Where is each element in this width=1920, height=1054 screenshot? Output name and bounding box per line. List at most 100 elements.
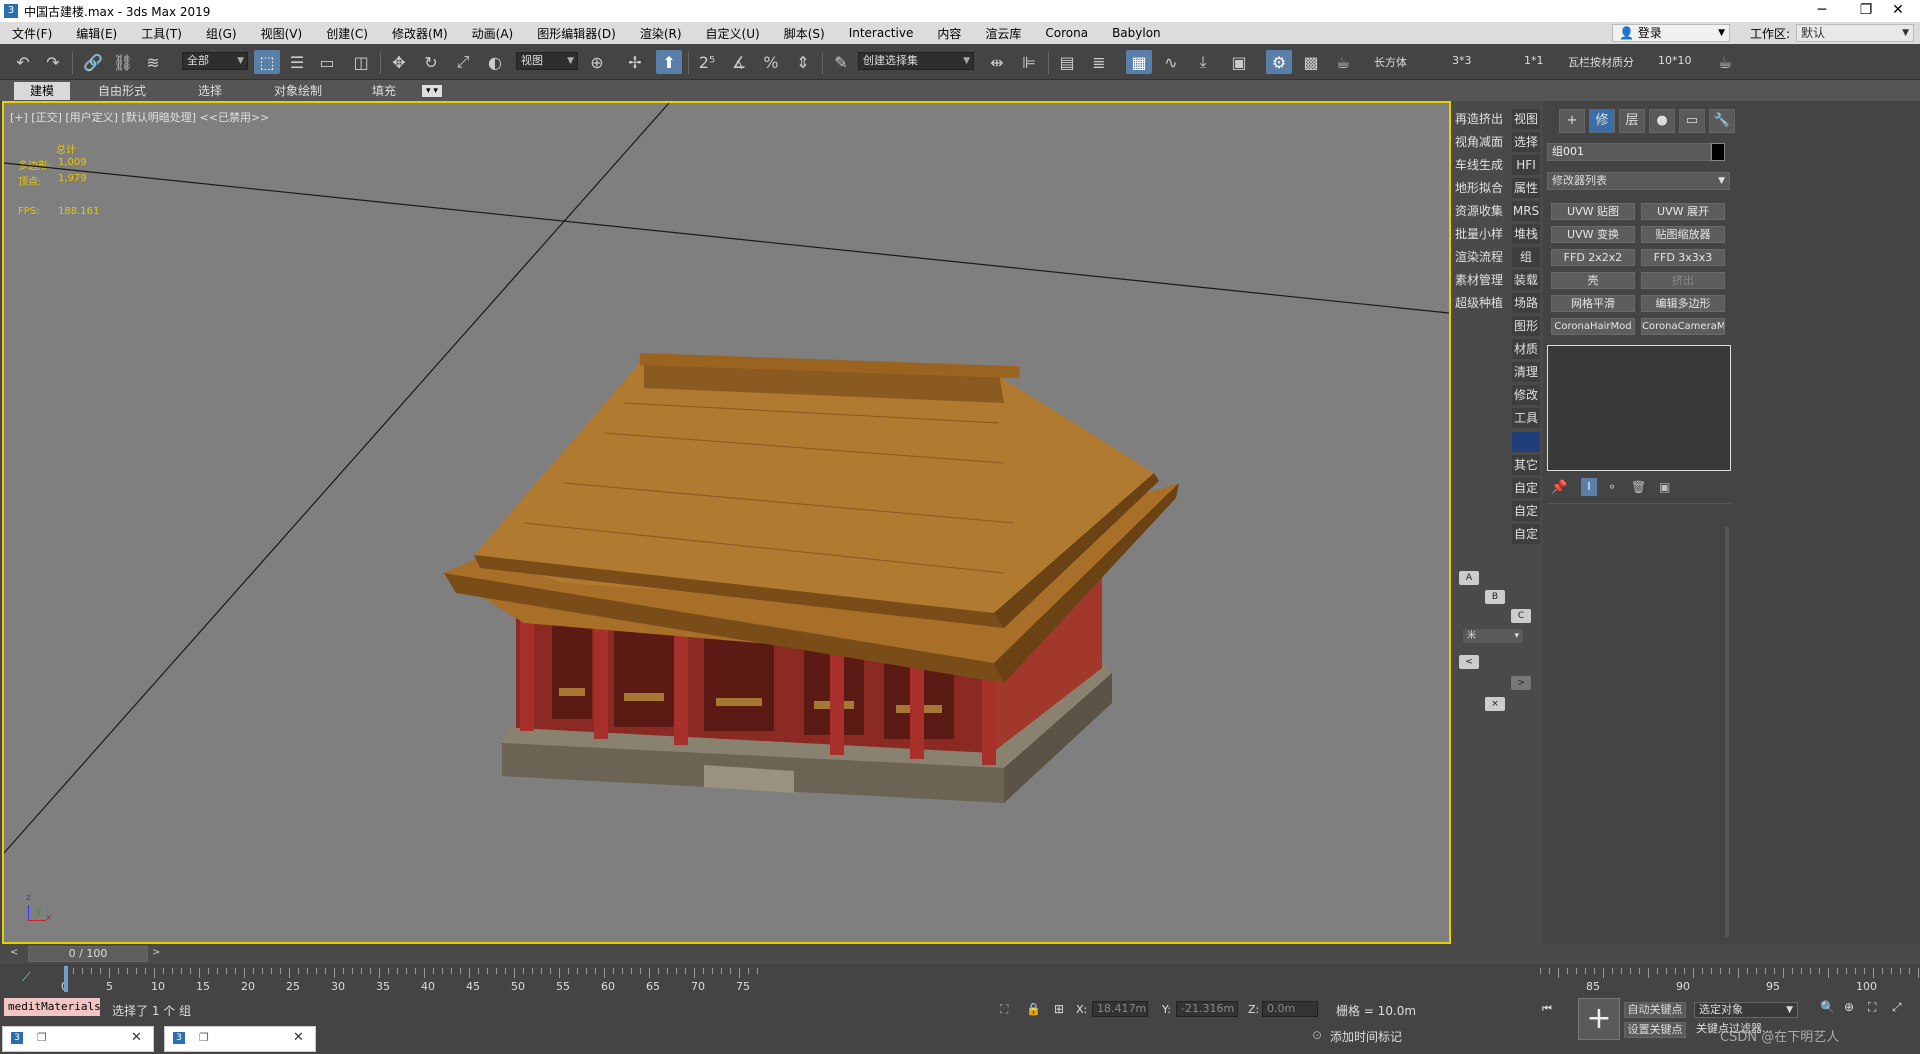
layer-explorer-icon[interactable]: ≣: [1086, 50, 1112, 74]
plugin-group[interactable]: 组: [1512, 247, 1540, 267]
plugin-load[interactable]: 装载: [1512, 270, 1540, 290]
corona-camera-mod-button[interactable]: CoronaCameraMod: [1641, 318, 1725, 335]
absolute-mode-icon[interactable]: ⊞: [1054, 1002, 1064, 1016]
plugin-extrude[interactable]: 再造挤出: [1455, 109, 1507, 129]
plugin-stack[interactable]: 堆栈: [1512, 224, 1540, 244]
menu-customize[interactable]: 自定义(U): [694, 25, 772, 42]
tab-modeling[interactable]: 建模: [14, 82, 70, 100]
selection-filter-select[interactable]: 全部 ▼: [182, 52, 248, 70]
plugin-batch-sample[interactable]: 批量小样: [1455, 224, 1507, 244]
plugin-materials[interactable]: 材质: [1512, 339, 1540, 359]
plugin-cleanup[interactable]: 清理: [1512, 362, 1540, 382]
ffd-3x3x3-button[interactable]: FFD 3x3x3: [1641, 249, 1725, 266]
unlink-icon[interactable]: ⛓: [110, 50, 136, 74]
selection-lock-icon[interactable]: ⛶: [1000, 1002, 1008, 1017]
close-icon[interactable]: ✕: [293, 1030, 304, 1045]
curve-editor-mini-icon[interactable]: ⟋: [22, 970, 30, 985]
set-key-icon[interactable]: +: [1578, 998, 1620, 1040]
scale-icon[interactable]: ⤢: [450, 50, 476, 74]
tab-selection[interactable]: 选择: [188, 82, 232, 100]
uvw-map-button[interactable]: UVW 贴图: [1551, 203, 1635, 220]
add-time-tag[interactable]: 添加时间标记: [1330, 1028, 1402, 1045]
small-button-prev[interactable]: <: [1459, 655, 1479, 669]
unit-select[interactable]: 米 ▾: [1463, 629, 1523, 643]
keyboard-shortcut-override-icon[interactable]: ⬆: [656, 50, 682, 74]
plugin-asset-collect[interactable]: 资源收集: [1455, 201, 1507, 221]
plugin-terrain-fit[interactable]: 地形拟合: [1455, 178, 1507, 198]
plugin-hfi[interactable]: HFI: [1512, 155, 1540, 175]
shortcut-box[interactable]: 长方体: [1374, 54, 1407, 70]
plugin-reduce[interactable]: 视角减面: [1455, 132, 1507, 152]
lock-icon[interactable]: 🔒: [1026, 1002, 1041, 1016]
menu-create[interactable]: 创建(C): [314, 25, 380, 42]
slider-next-icon[interactable]: >: [152, 947, 160, 958]
plugin-view[interactable]: 视图: [1512, 109, 1540, 129]
shortcut-3x3[interactable]: 3*3: [1452, 54, 1472, 67]
menu-edit[interactable]: 编辑(E): [64, 25, 129, 42]
create-tab-icon[interactable]: +: [1559, 109, 1585, 133]
tab-object-paint[interactable]: 对象绘制: [264, 82, 332, 100]
shortcut-material-split[interactable]: 瓦栏按材质分: [1568, 54, 1634, 70]
remove-modifier-icon[interactable]: 🗑: [1631, 480, 1646, 494]
plugin-asset-manager[interactable]: 素材管理: [1455, 270, 1507, 290]
plugin-other[interactable]: 其它: [1512, 455, 1540, 475]
maxscript-listener[interactable]: meditMaterials: [4, 998, 101, 1016]
track-bar[interactable]: ⟋ 051015202530354045505560657075 8590951…: [0, 964, 1920, 994]
percent-snap-icon[interactable]: %: [758, 50, 784, 74]
go-to-start-icon[interactable]: ⏮: [1542, 1002, 1552, 1016]
small-button-b[interactable]: B: [1485, 590, 1505, 604]
redo-icon[interactable]: ↷: [40, 50, 66, 74]
make-unique-icon[interactable]: ⚬: [1607, 480, 1617, 494]
menu-renderbus[interactable]: 渲云库: [973, 25, 1033, 42]
z-coordinate-field[interactable]: 0.0m: [1262, 1001, 1318, 1017]
plugin-properties[interactable]: 属性: [1512, 178, 1540, 198]
pin-stack-icon[interactable]: 📌: [1551, 480, 1567, 495]
auto-key-button[interactable]: 自动关键点: [1624, 1002, 1686, 1018]
menu-group[interactable]: 组(G): [194, 25, 249, 42]
plugin-scene-path[interactable]: 场路: [1512, 293, 1540, 313]
select-by-name-icon[interactable]: ☰: [284, 50, 310, 74]
window-crossing-icon[interactable]: ◫: [348, 50, 374, 74]
close-window-button[interactable]: ✕: [1876, 0, 1920, 22]
menu-graph-editors[interactable]: 图形编辑器(D): [525, 25, 628, 42]
perspective-viewport[interactable]: [+] [正交] [用户定义] [默认明暗处理] <<已禁用>> 总计 多边形:…: [2, 101, 1451, 944]
plugin-custom-1[interactable]: 自定: [1512, 478, 1540, 498]
plugin-tools[interactable]: 工具: [1512, 408, 1540, 428]
scene-explorer-icon[interactable]: ▤: [1054, 50, 1080, 74]
x-coordinate-field[interactable]: 18.417m: [1092, 1001, 1148, 1017]
spinner-snap-icon[interactable]: ⇕: [790, 50, 816, 74]
object-name-field[interactable]: 组001: [1547, 143, 1711, 161]
shortcut-10x10[interactable]: 10*10: [1658, 54, 1692, 67]
plugin-modify[interactable]: 修改: [1512, 385, 1540, 405]
taskbar-window-2[interactable]: 3 ❐ ✕: [164, 1026, 316, 1052]
select-object-icon[interactable]: ⬚: [254, 50, 280, 74]
display-tab-icon[interactable]: ▭: [1679, 109, 1705, 133]
named-selection-set-select[interactable]: 创建选择集 ▼: [858, 52, 974, 70]
angle-snap-icon[interactable]: ∡: [726, 50, 752, 74]
time-slider[interactable]: 0 / 100: [28, 946, 148, 962]
rectangular-selection-icon[interactable]: ▭: [314, 50, 340, 74]
zoom-icon[interactable]: 🔍: [1820, 1000, 1835, 1014]
plugin-select[interactable]: 选择: [1512, 132, 1540, 152]
rendered-frame-window-icon[interactable]: ▩: [1298, 50, 1324, 74]
zoom-extents-icon[interactable]: ⛶: [1868, 1000, 1876, 1015]
set-key-button[interactable]: 设置关键点: [1624, 1022, 1686, 1038]
login-dropdown[interactable]: 👤 登录 ▼: [1612, 24, 1730, 42]
show-end-result-icon[interactable]: I: [1581, 478, 1597, 496]
extrude-button[interactable]: 挤出: [1641, 272, 1725, 289]
maximize-viewport-icon[interactable]: ⤢: [1892, 1000, 1902, 1015]
zoom-all-icon[interactable]: ⊕: [1844, 1000, 1854, 1014]
utilities-tab-icon[interactable]: 🔧: [1709, 109, 1735, 133]
meshsmooth-button[interactable]: 网格平滑: [1551, 295, 1635, 312]
menu-tools[interactable]: 工具(T): [129, 25, 194, 42]
key-filter-select[interactable]: 选定对象 ▼: [1694, 1002, 1798, 1018]
menu-modifiers[interactable]: 修改器(M): [380, 25, 460, 42]
bind-space-warp-icon[interactable]: ≋: [140, 50, 166, 74]
teapot-render-icon[interactable]: ☕: [1712, 50, 1738, 74]
configure-modifier-sets-icon[interactable]: ▣: [1659, 480, 1670, 494]
curve-editor-icon[interactable]: ∿: [1158, 50, 1184, 74]
restore-icon[interactable]: ❐: [37, 1031, 47, 1044]
taskbar-window-1[interactable]: 3 ❐ ✕: [2, 1026, 154, 1052]
render-setup-icon[interactable]: ⚙: [1266, 50, 1292, 74]
plugin-color-swatch[interactable]: [1512, 432, 1540, 452]
